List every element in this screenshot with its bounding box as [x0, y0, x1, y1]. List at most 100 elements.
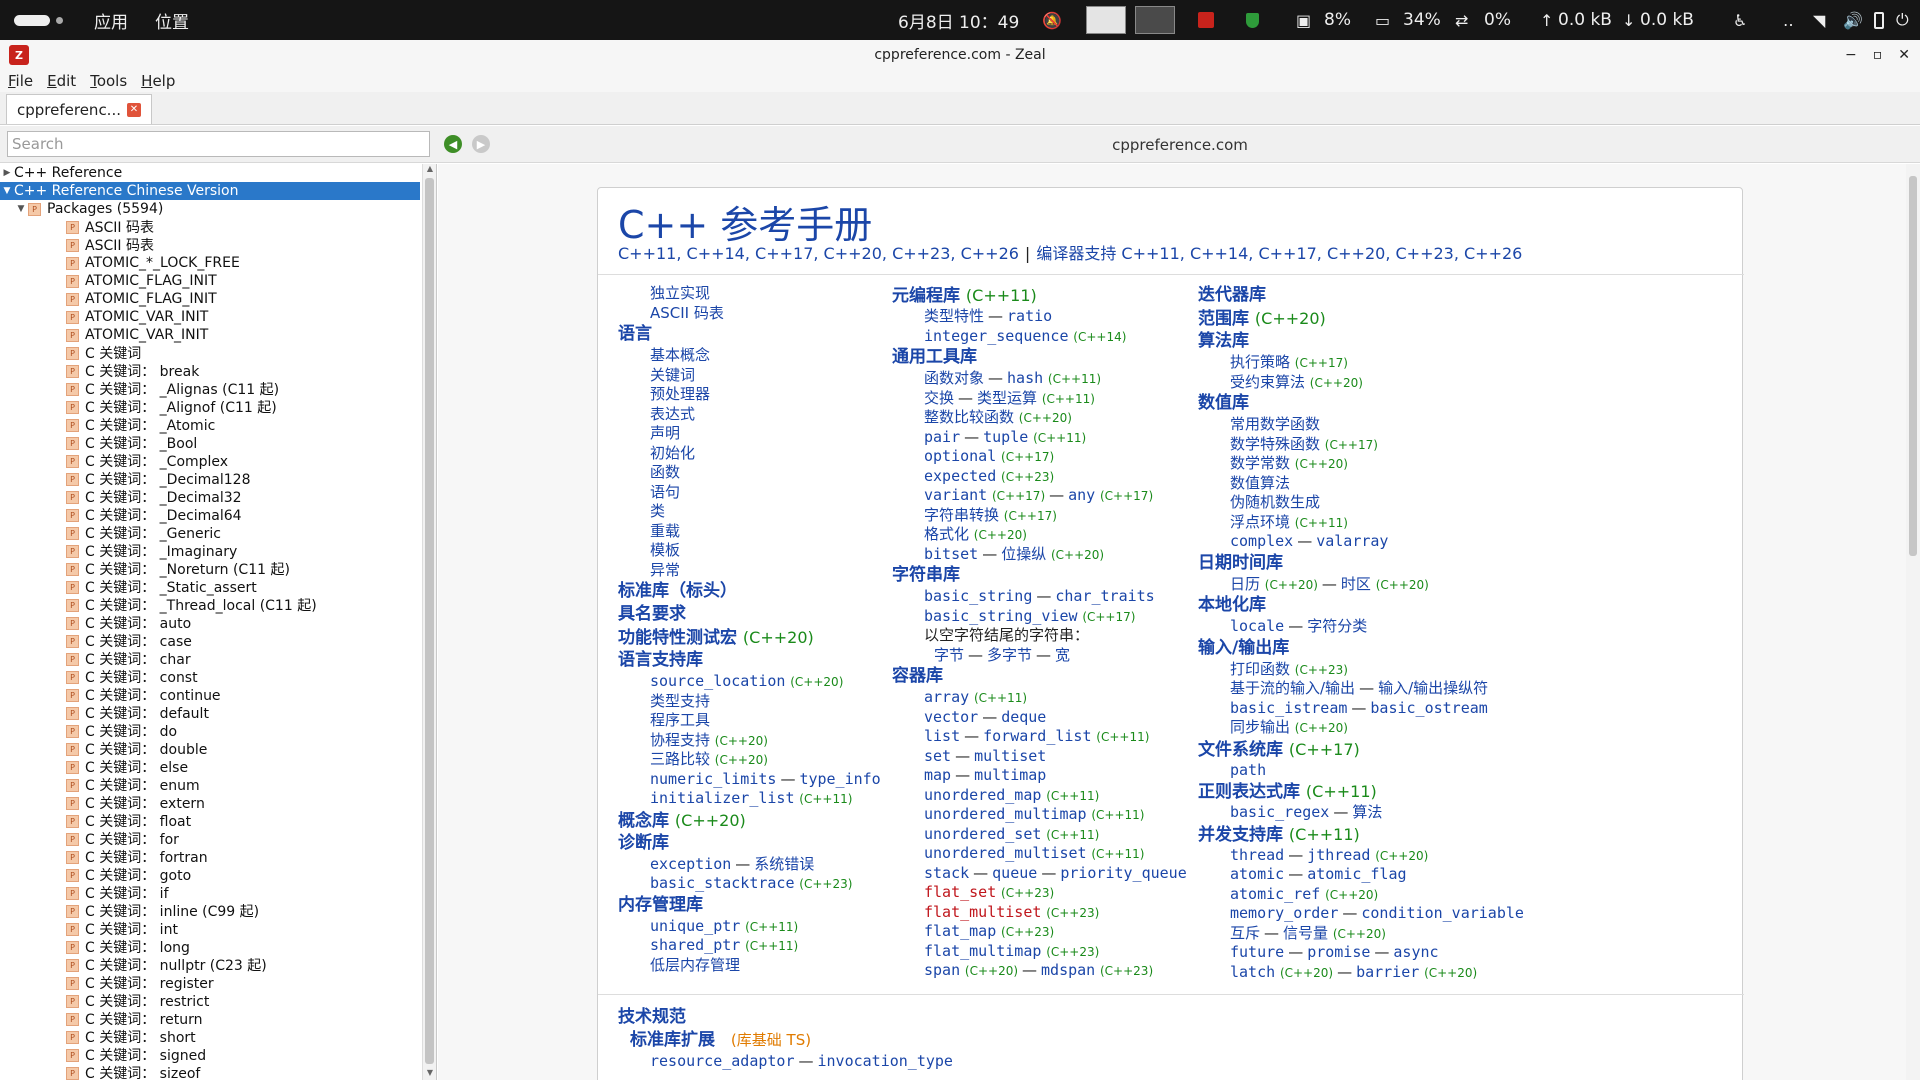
content-scroll-thumb[interactable] — [1909, 176, 1917, 556]
entry-code-link[interactable]: variant — [924, 486, 987, 504]
entry-link[interactable]: 标准库（标头） — [618, 581, 737, 601]
entry-link[interactable]: 具名要求 — [618, 604, 686, 624]
entry-link[interactable]: 函数 — [650, 463, 680, 481]
entry-link[interactable]: 正则表达式库 — [1198, 782, 1300, 802]
entry-link[interactable]: 算法库 — [1198, 331, 1249, 351]
entry-code-link[interactable]: initializer_list — [650, 789, 795, 807]
std-version-link[interactable]: C++26 — [961, 244, 1019, 263]
tree-item[interactable]: P C 关键词： restrict — [0, 992, 420, 1010]
tree-item[interactable]: P ATOMIC_*_LOCK_FREE — [0, 254, 420, 272]
sidebar-scrollbar[interactable]: ▲ ▼ — [422, 164, 436, 1080]
entry-link[interactable]: 初始化 — [650, 444, 695, 462]
wifi-icon[interactable]: ◥ — [1813, 0, 1825, 40]
compiler-support-version-link[interactable]: C++11 — [1121, 244, 1179, 263]
menu-help[interactable]: Help — [141, 72, 175, 90]
entry-link[interactable]: 同步输出 — [1230, 718, 1290, 736]
tree-item[interactable]: P C 关键词： continue — [0, 686, 420, 704]
menu-file[interactable]: File — [8, 72, 33, 90]
entry-link[interactable]: 伪随机数生成 — [1230, 493, 1320, 511]
entry-link[interactable]: 宽 — [1055, 646, 1070, 664]
entry-link[interactable]: 字节 — [934, 646, 964, 664]
entry-code-link[interactable]: bitset — [924, 545, 978, 563]
tree-item[interactable]: P C 关键词： register — [0, 974, 420, 992]
entry-link[interactable]: 格式化 — [924, 525, 969, 543]
entry-link[interactable]: 预处理器 — [650, 385, 710, 403]
section-heading[interactable]: 功能特性测试宏 (C++20) — [618, 626, 881, 649]
collapse-arrow-icon[interactable]: ▼ — [0, 186, 14, 196]
maximize-button[interactable]: ▫ — [1873, 47, 1883, 63]
tree-item[interactable]: P C 关键词： enum — [0, 776, 420, 794]
entry-code-link[interactable]: set — [924, 747, 951, 765]
tree-node-cpp-reference-chinese[interactable]: ▼ C++ Reference Chinese Version — [0, 182, 420, 200]
entry-code-link[interactable]: valarray — [1316, 532, 1388, 550]
tree-item[interactable]: P C 关键词： return — [0, 1010, 420, 1028]
tree-item[interactable]: P C 关键词： int — [0, 920, 420, 938]
tree-item[interactable]: P ASCII 码表 — [0, 218, 420, 236]
entry-code-link[interactable]: flat_set — [924, 883, 996, 901]
entry-code-link[interactable]: tuple — [983, 428, 1028, 446]
tree-item[interactable]: P C 关键词： sizeof — [0, 1064, 420, 1080]
forward-arrow-icon[interactable]: ▶ — [472, 135, 490, 153]
entry-code-link[interactable]: atomic_flag — [1307, 865, 1406, 883]
tree-item[interactable]: P C 关键词： if — [0, 884, 420, 902]
entry-link[interactable]: 语句 — [650, 483, 680, 501]
entry-code-link[interactable]: numeric_limits — [650, 770, 776, 788]
entry-link[interactable]: 字符串转换 — [924, 506, 999, 524]
section-heading[interactable]: 迭代器库 — [1198, 284, 1524, 307]
entry-code-link[interactable]: promise — [1307, 943, 1370, 961]
entry-code-link[interactable]: basic_istream — [1230, 699, 1347, 717]
entry-code-link[interactable]: locale — [1230, 617, 1284, 635]
places-menu[interactable]: 位置 — [155, 0, 189, 40]
entry-link[interactable]: 表达式 — [650, 405, 695, 423]
entry-link[interactable]: 类型支持 — [650, 692, 710, 710]
entry-link[interactable]: 日历 — [1230, 575, 1260, 593]
tree-item[interactable]: P C 关键词： case — [0, 632, 420, 650]
tree-item[interactable]: P C 关键词： _Bool — [0, 434, 420, 452]
sidebar-scroll-thumb[interactable] — [425, 178, 434, 1064]
section-heading[interactable]: 范围库 (C++20) — [1198, 307, 1524, 330]
compiler-support-version-link[interactable]: C++26 — [1464, 244, 1522, 263]
tree-item[interactable]: P C 关键词： extern — [0, 794, 420, 812]
entry-link[interactable]: 函数对象 — [924, 369, 984, 387]
entry-link[interactable]: 算法 — [1352, 803, 1382, 821]
entry-code-link[interactable]: multimap — [974, 766, 1046, 784]
tree-item[interactable]: P C 关键词： _Noreturn (C11 起) — [0, 560, 420, 578]
entry-link[interactable]: 数值库 — [1198, 393, 1249, 413]
volume-icon[interactable]: 🔊 — [1843, 0, 1863, 40]
tree-node-cpp-reference[interactable]: ▶ C++ Reference — [0, 164, 420, 182]
entry-code-link[interactable]: complex — [1230, 532, 1293, 550]
tree-item[interactable]: P C 关键词： default — [0, 704, 420, 722]
entry-code-link[interactable]: barrier — [1356, 963, 1419, 981]
entry-link[interactable]: 执行策略 — [1230, 353, 1290, 371]
std-version-link[interactable]: C++11 — [618, 244, 676, 263]
entry-link[interactable]: 交换 — [924, 389, 954, 407]
entry-code-link[interactable]: source_location — [650, 672, 785, 690]
entry-code-link[interactable]: flat_map — [924, 922, 996, 940]
entry-link[interactable]: 输入/输出库 — [1198, 638, 1289, 658]
section-heading[interactable]: 数值库 — [1198, 392, 1524, 415]
section-heading[interactable]: 内存管理库 — [618, 894, 881, 917]
entry-link[interactable]: 互斥 — [1230, 924, 1260, 942]
entry-link[interactable]: 功能特性测试宏 — [618, 628, 737, 648]
entry-code-link[interactable]: integer_sequence — [924, 327, 1069, 345]
tree-item[interactable]: P ATOMIC_FLAG_INIT — [0, 290, 420, 308]
entry-link[interactable]: 异常 — [650, 561, 680, 579]
std-version-link[interactable]: C++20 — [824, 244, 882, 263]
entry-link[interactable]: 迭代器库 — [1198, 285, 1266, 305]
entry-code-link[interactable]: thread — [1230, 846, 1284, 864]
entry-link[interactable]: 诊断库 — [618, 833, 669, 853]
entry-link[interactable]: 常用数学函数 — [1230, 415, 1320, 433]
minimize-button[interactable]: − — [1845, 47, 1857, 63]
entry-code-link[interactable]: multiset — [974, 747, 1046, 765]
entry-code-link[interactable]: condition_variable — [1361, 904, 1524, 922]
tree-item[interactable]: P C 关键词： auto — [0, 614, 420, 632]
tree-item[interactable]: P C 关键词： signed — [0, 1046, 420, 1064]
back-arrow-icon[interactable]: ◀ — [444, 135, 462, 153]
power-icon[interactable]: ⏻ — [1896, 0, 1909, 40]
entry-code-link[interactable]: unordered_multiset — [924, 844, 1087, 862]
tree-item[interactable]: P C 关键词： fortran — [0, 848, 420, 866]
entry-link[interactable]: 受约束算法 — [1230, 373, 1305, 391]
std-version-link[interactable]: C++17 — [755, 244, 813, 263]
entry-code-link[interactable]: array — [924, 688, 969, 706]
tree-item[interactable]: P C 关键词： nullptr (C23 起) — [0, 956, 420, 974]
